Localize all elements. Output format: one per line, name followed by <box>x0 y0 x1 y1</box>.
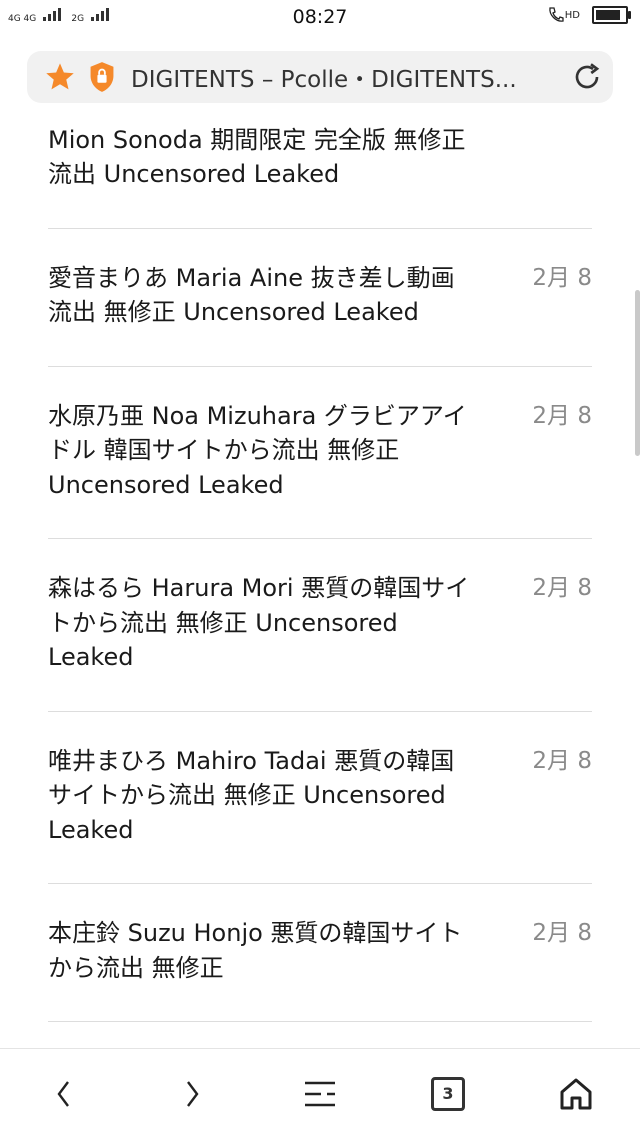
list-item[interactable]: 水原乃亜 Noa Mizuhara グラビアアイドル 韓国サイトから流出 無修正… <box>48 367 592 539</box>
bottom-toolbar: 3 <box>0 1048 640 1138</box>
post-date: 2月 8 <box>532 402 592 429</box>
post-title[interactable]: 唯井まひろ Mahiro Tadai 悪質の韓国サイトから流出 無修正 Unce… <box>48 744 478 848</box>
battery-icon <box>592 6 631 24</box>
back-icon <box>57 1080 69 1107</box>
tabs-button[interactable]: 3 <box>418 1064 478 1124</box>
list-item[interactable]: 森はるら Harura Mori 悪質の韓国サイトから流出 無修正 Uncens… <box>48 539 592 712</box>
post-title[interactable]: FC2 PPV 1031642 園田みおん 01 HD Mion Sonoda … <box>48 116 478 192</box>
post-title[interactable]: 水原乃亜 Noa Mizuhara グラビアアイドル 韓国サイトから流出 無修正… <box>48 399 478 503</box>
browser-toolbar: DIGITENTS – Pcolle・DIGITENTS... <box>0 36 640 116</box>
list-item[interactable]: 愛音まりあ Maria Aine 抜き差し動画 流出 無修正 Uncensore… <box>48 229 592 367</box>
back-button[interactable] <box>34 1064 94 1124</box>
scrollbar-thumb[interactable] <box>635 290 640 456</box>
list-item[interactable]: FC2 PPV 1031642 園田みおん 01 HD Mion Sonoda … <box>48 116 592 229</box>
phone-icon <box>549 7 564 22</box>
post-date: 2月 8 <box>532 575 592 601</box>
reload-icon[interactable] <box>569 59 605 95</box>
list-item[interactable]: 本庄鈴 Suzu Honjo 悪質の韓国サイトから流出 無修正 2月 8 <box>48 884 592 1022</box>
post-date: 2月 8 <box>532 747 592 774</box>
hd-call-icon: HD <box>548 7 580 23</box>
forward-button[interactable] <box>162 1064 222 1124</box>
post-title[interactable]: 本庄鈴 Suzu Honjo 悪質の韓国サイトから流出 無修正 <box>48 916 478 985</box>
address-bar[interactable]: DIGITENTS – Pcolle・DIGITENTS... <box>27 51 613 103</box>
post-list-inner: FC2 PPV 1031642 園田みおん 01 HD Mion Sonoda … <box>0 116 640 1022</box>
menu-icon <box>305 1081 335 1106</box>
hd-label: HD <box>564 9 580 21</box>
clock: 08:27 <box>292 6 348 28</box>
home-button[interactable] <box>546 1064 606 1124</box>
post-title[interactable]: 森はるら Harura Mori 悪質の韓国サイトから流出 無修正 Uncens… <box>48 571 478 675</box>
url-text[interactable]: DIGITENTS – Pcolle・DIGITENTS... <box>131 60 543 94</box>
post-list[interactable]: FC2 PPV 1031642 園田みおん 01 HD Mion Sonoda … <box>0 116 640 1048</box>
shield-lock-icon[interactable] <box>87 60 117 94</box>
battery-fill <box>596 10 620 20</box>
post-date: 2月 8 <box>532 264 592 291</box>
post-date: 2月 9 <box>532 116 592 192</box>
menu-button[interactable] <box>290 1064 350 1124</box>
home-icon <box>560 1078 592 1109</box>
status-bar: 4G 4G 2G 08:27 HD <box>0 0 640 36</box>
status-right: HD <box>548 6 631 24</box>
forward-icon <box>187 1080 199 1107</box>
star-icon[interactable] <box>43 60 77 94</box>
list-item[interactable]: 唯井まひろ Mahiro Tadai 悪質の韓国サイトから流出 無修正 Unce… <box>48 712 592 884</box>
post-title[interactable]: 愛音まりあ Maria Aine 抜き差し動画 流出 無修正 Uncensore… <box>48 261 478 330</box>
tabs-icon: 3 <box>431 1076 465 1111</box>
post-date: 2月 8 <box>532 920 592 946</box>
